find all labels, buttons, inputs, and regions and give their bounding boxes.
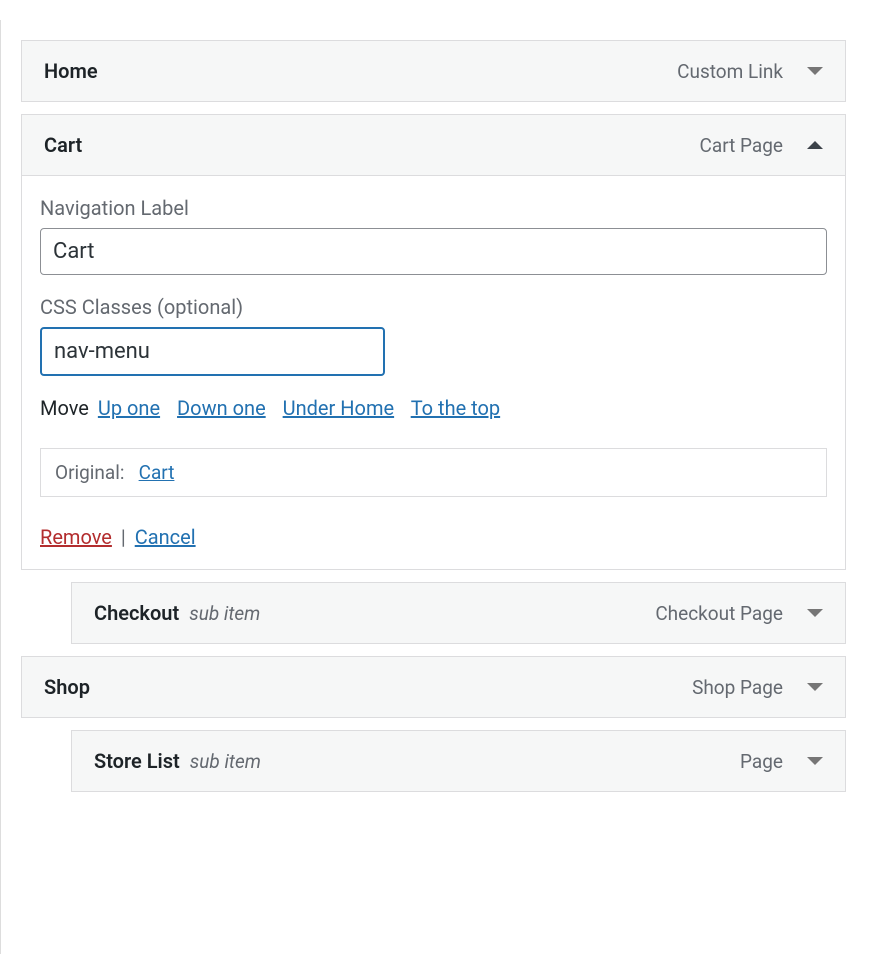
original-label: Original: (55, 461, 124, 484)
sub-item-label: sub item (189, 602, 260, 625)
original-link[interactable]: Cart (139, 461, 175, 484)
menu-item-home: Home Custom Link (21, 40, 846, 102)
chevron-down-icon[interactable] (807, 683, 823, 691)
nav-label-input[interactable] (40, 228, 827, 275)
chevron-up-icon[interactable] (807, 141, 823, 149)
move-label: Move (40, 396, 89, 420)
menu-item-bar[interactable]: Checkout sub item Checkout Page (71, 582, 846, 644)
menu-item-store-list: Store List sub item Page (71, 730, 846, 792)
move-up-link[interactable]: Up one (98, 396, 160, 420)
menu-item-title: Cart (44, 133, 82, 157)
nav-label-title: Navigation Label (40, 196, 827, 220)
menu-item-checkout: Checkout sub item Checkout Page (71, 582, 846, 644)
css-classes-input[interactable] (40, 327, 385, 376)
menu-item-type: Page (740, 750, 783, 773)
move-top-link[interactable]: To the top (411, 396, 500, 420)
chevron-down-icon[interactable] (807, 609, 823, 617)
separator: | (121, 525, 131, 549)
menu-item-cart: Cart Cart Page Navigation Label CSS Clas… (21, 114, 846, 570)
css-classes-title: CSS Classes (optional) (40, 295, 827, 319)
chevron-down-icon[interactable] (807, 67, 823, 75)
menu-item-type: Checkout Page (655, 602, 783, 625)
menu-item-settings: Navigation Label CSS Classes (optional) … (21, 176, 846, 570)
menu-item-bar[interactable]: Cart Cart Page (21, 114, 846, 176)
sub-item-label: sub item (190, 750, 261, 773)
action-row: Remove | Cancel (40, 525, 827, 549)
menu-item-title: Checkout (94, 601, 179, 625)
remove-link[interactable]: Remove (40, 525, 112, 549)
menu-item-bar[interactable]: Store List sub item Page (71, 730, 846, 792)
move-under-link[interactable]: Under Home (283, 396, 394, 420)
menu-item-bar[interactable]: Home Custom Link (21, 40, 846, 102)
menu-item-title: Home (44, 59, 98, 83)
move-down-link[interactable]: Down one (177, 396, 266, 420)
cancel-link[interactable]: Cancel (135, 525, 196, 549)
menu-item-type: Shop Page (692, 676, 783, 699)
menu-item-title: Shop (44, 675, 90, 699)
menu-item-title: Store List (94, 749, 180, 773)
menu-item-bar[interactable]: Shop Shop Page (21, 656, 846, 718)
menu-item-type: Custom Link (677, 60, 783, 83)
original-box: Original: Cart (40, 448, 827, 497)
move-row: Move Up one Down one Under Home To the t… (40, 396, 827, 420)
chevron-down-icon[interactable] (807, 757, 823, 765)
menu-item-shop: Shop Shop Page (21, 656, 846, 718)
menu-item-type: Cart Page (700, 134, 784, 157)
